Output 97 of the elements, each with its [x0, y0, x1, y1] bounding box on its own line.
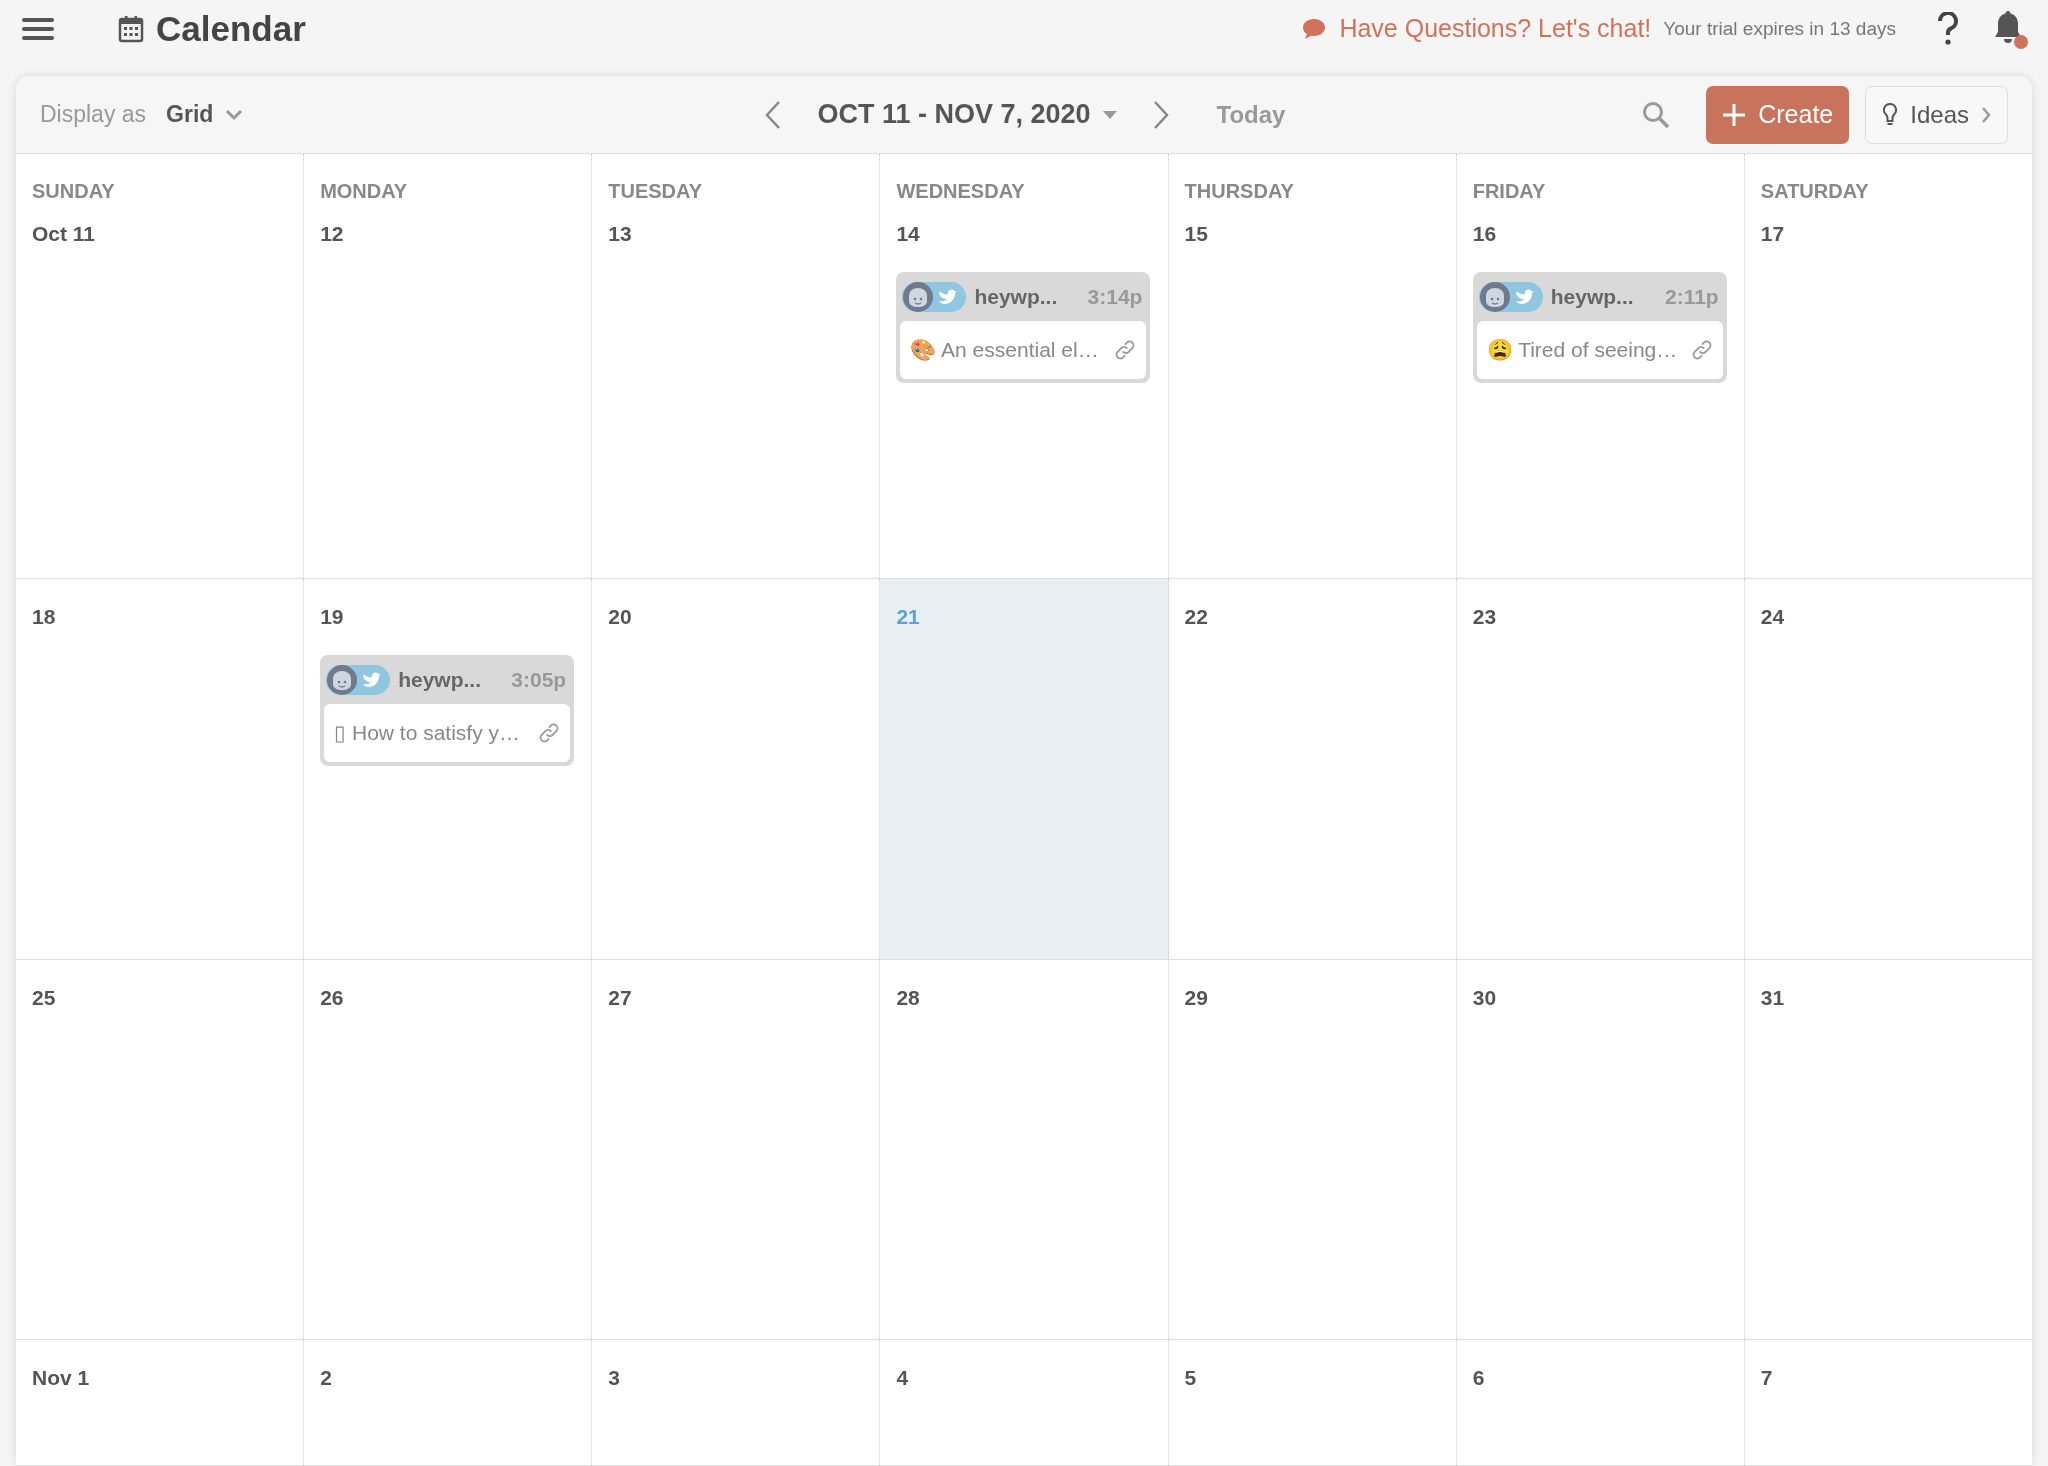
- date-number: 24: [1760, 604, 1785, 630]
- date-number: 2: [320, 1365, 332, 1391]
- day-cell[interactable]: 31: [1744, 960, 2032, 1339]
- day-cell[interactable]: 29: [1168, 960, 1457, 1339]
- day-cell[interactable]: 26: [304, 960, 593, 1339]
- day-cell[interactable]: 2: [304, 1340, 593, 1465]
- plus-icon: [1722, 102, 1747, 127]
- day-cell[interactable]: Nov 1: [16, 1340, 305, 1465]
- day-cell[interactable]: SATURDAY 17: [1744, 154, 2032, 578]
- date-number: 6: [1472, 1365, 1485, 1391]
- post-preview: 🎨 An essential el…: [910, 336, 1099, 363]
- day-cell[interactable]: 22: [1168, 579, 1457, 959]
- date-number: 4: [896, 1365, 909, 1391]
- date-number: 27: [608, 985, 632, 1011]
- lightbulb-icon: [1882, 101, 1899, 128]
- day-cell[interactable]: FRIDAY 16 heywp... 2:11p 😩 Tired of seeing…: [1456, 154, 1745, 578]
- date-number: 7: [1760, 1365, 1773, 1391]
- account-name: heywp...: [1550, 283, 1634, 310]
- chevron-right-icon: [1981, 105, 1991, 124]
- day-cell[interactable]: 5: [1168, 1340, 1457, 1465]
- date-number: 3: [608, 1365, 620, 1391]
- chat-bubble-icon: [1301, 17, 1328, 41]
- date-number: 17: [1760, 221, 1785, 247]
- trial-notice: Your trial expires in 13 days: [1663, 16, 1896, 41]
- day-cell[interactable]: THURSDAY 15: [1168, 154, 1457, 578]
- display-dropdown[interactable]: Grid: [166, 97, 244, 132]
- date-number: 18: [32, 604, 56, 630]
- date-range-dropdown[interactable]: OCT 11 - NOV 7, 2020: [817, 94, 1117, 135]
- day-cell[interactable]: 7: [1744, 1340, 2032, 1465]
- page-title: Calendar: [156, 7, 306, 50]
- avatar-twitter-badge-icon: [1478, 280, 1543, 313]
- day-cell[interactable]: 19 heywp... 3:05p ▯ How to satisfy y…: [304, 579, 593, 959]
- date-number: Oct 11: [32, 221, 96, 247]
- help-icon[interactable]: [1936, 12, 1960, 46]
- day-cell[interactable]: SUNDAY Oct 11: [16, 154, 305, 578]
- day-cell[interactable]: 23: [1456, 579, 1745, 959]
- date-number: 19: [320, 604, 344, 630]
- date-number: 16: [1472, 221, 1497, 247]
- avatar-twitter-badge-icon: [902, 280, 967, 313]
- weekday-label: SATURDAY: [1760, 179, 1870, 204]
- menu-icon[interactable]: [20, 15, 56, 43]
- day-cell[interactable]: WEDNESDAY 14 heywp... 3:14p 🎨 An essential el…: [880, 154, 1169, 578]
- day-cell[interactable]: 6: [1456, 1340, 1745, 1465]
- date-number: 5: [1184, 1365, 1197, 1391]
- weekday-label: FRIDAY: [1472, 179, 1547, 204]
- post-card[interactable]: heywp... 3:05p ▯ How to satisfy y…: [320, 654, 575, 766]
- post-time: 2:11p: [1665, 283, 1720, 310]
- chevron-right-icon[interactable]: [1152, 99, 1169, 130]
- chevron-left-icon[interactable]: [765, 99, 782, 130]
- date-number: 20: [608, 604, 632, 630]
- calendar-icon: [118, 15, 144, 43]
- account-name: heywp...: [974, 283, 1058, 310]
- date-number: 23: [1472, 604, 1497, 630]
- day-cell[interactable]: 27: [592, 960, 881, 1339]
- account-name: heywp...: [398, 666, 481, 693]
- day-cell[interactable]: 28: [880, 960, 1169, 1339]
- day-cell[interactable]: 4: [880, 1340, 1169, 1465]
- date-number: 25: [32, 985, 56, 1011]
- weekday-label: THURSDAY: [1184, 179, 1295, 204]
- display-label: Display as: [40, 100, 147, 130]
- date-number: 30: [1472, 985, 1497, 1011]
- date-number: 31: [1760, 985, 1785, 1011]
- post-card[interactable]: heywp... 3:14p 🎨 An essential el…: [896, 271, 1151, 383]
- caret-down-icon: [1102, 110, 1117, 119]
- day-cell[interactable]: MONDAY 12: [304, 154, 593, 578]
- date-number: 15: [1184, 221, 1208, 247]
- date-number: 26: [320, 985, 344, 1011]
- weekday-label: SUNDAY: [32, 179, 116, 204]
- chevron-down-icon: [225, 108, 244, 121]
- date-number: 21: [896, 604, 920, 630]
- day-cell[interactable]: TUESDAY 13: [592, 154, 881, 578]
- post-time: 3:05p: [511, 666, 568, 693]
- ideas-button[interactable]: Ideas: [1865, 85, 2008, 144]
- post-preview: ▯ How to satisfy y…: [334, 719, 521, 746]
- avatar-twitter-badge-icon: [326, 663, 391, 696]
- day-cell[interactable]: 24: [1744, 579, 2032, 959]
- link-icon: [1114, 338, 1137, 361]
- date-number: 14: [896, 221, 920, 247]
- link-icon: [1690, 338, 1713, 361]
- day-cell[interactable]: 25: [16, 960, 305, 1339]
- date-number: 28: [896, 985, 920, 1011]
- date-number: 12: [320, 221, 344, 247]
- date-number: 22: [1184, 604, 1208, 630]
- weekday-label: TUESDAY: [608, 179, 703, 204]
- date-number: Nov 1: [32, 1365, 90, 1391]
- post-time: 3:14p: [1087, 283, 1144, 310]
- post-card[interactable]: heywp... 2:11p 😩 Tired of seeing…: [1472, 271, 1727, 383]
- link-icon: [538, 721, 561, 744]
- day-cell[interactable]: 3: [592, 1340, 881, 1465]
- post-preview: 😩 Tired of seeing…: [1486, 336, 1678, 363]
- date-number: 13: [608, 221, 632, 247]
- weekday-label: MONDAY: [320, 179, 409, 204]
- day-cell[interactable]: 30: [1456, 960, 1745, 1339]
- search-icon[interactable]: [1642, 100, 1671, 129]
- weekday-label: WEDNESDAY: [896, 179, 1026, 204]
- day-cell[interactable]: 18: [16, 579, 305, 959]
- date-number: 29: [1184, 985, 1208, 1011]
